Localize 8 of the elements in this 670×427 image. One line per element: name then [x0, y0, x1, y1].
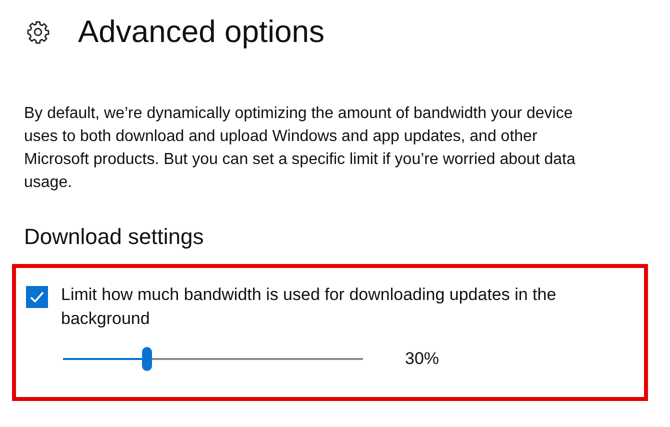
- slider-thumb[interactable]: [142, 347, 152, 371]
- slider-value: 30%: [405, 349, 440, 369]
- page-title: Advanced options: [78, 14, 324, 50]
- settings-icon: [26, 20, 50, 44]
- description-text: By default, we’re dynamically optimizing the amount of bandwidth your device uses to both download and upload Windows and app updates, and other Microsoft products. But you can set a specific limit if you’re worried about data usage.: [24, 104, 576, 193]
- section-heading: Download settings: [24, 224, 205, 250]
- checkbox-label: Limit how much bandwidth is used for downloading updates in the background: [61, 284, 558, 330]
- checkbox[interactable]: [26, 286, 48, 308]
